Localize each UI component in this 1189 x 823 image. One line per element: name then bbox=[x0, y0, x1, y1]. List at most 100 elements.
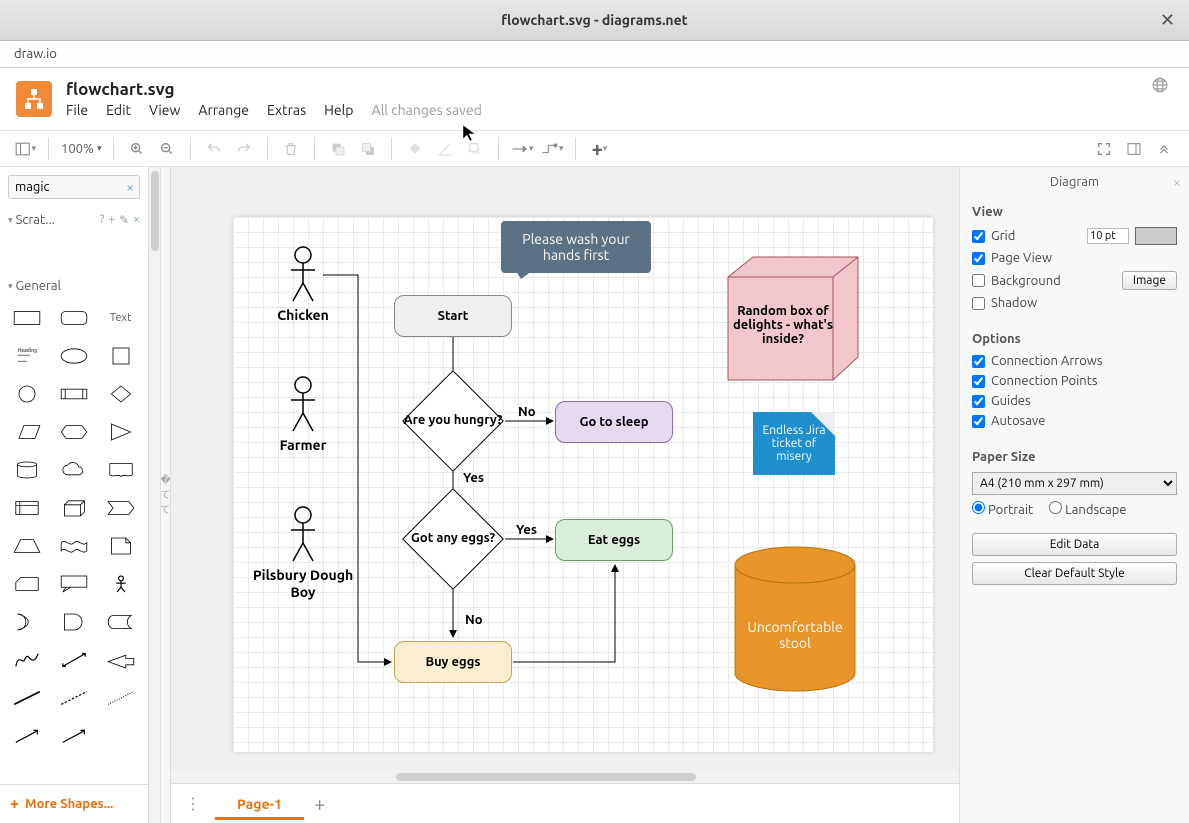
shape-cylinder[interactable] bbox=[8, 455, 47, 485]
shape-square[interactable] bbox=[101, 341, 140, 371]
shape-line-solid[interactable] bbox=[8, 683, 47, 713]
background-checkbox[interactable] bbox=[972, 274, 985, 287]
landscape-radio[interactable] bbox=[1049, 501, 1062, 514]
shape-line-dotted[interactable] bbox=[101, 683, 140, 713]
waypoint-icon[interactable]: ▾ bbox=[541, 138, 563, 160]
line-color-icon[interactable] bbox=[434, 138, 456, 160]
collapse-icon[interactable] bbox=[1153, 138, 1175, 160]
help-icon[interactable]: ? bbox=[100, 213, 105, 227]
shape-parallelogram[interactable] bbox=[8, 417, 47, 447]
close-format-panel-icon[interactable]: × bbox=[1173, 174, 1181, 190]
menu-arrange[interactable]: Arrange bbox=[198, 102, 249, 118]
paper-size-select[interactable]: A4 (210 mm x 297 mm) bbox=[972, 472, 1177, 495]
shape-dir-arrow2[interactable] bbox=[55, 721, 94, 751]
shape-arrow[interactable] bbox=[101, 645, 140, 675]
general-section[interactable]: General bbox=[0, 273, 148, 299]
delete-icon[interactable] bbox=[280, 138, 302, 160]
sidebar-resize-handle[interactable]: �てて bbox=[161, 167, 171, 823]
node-random-box[interactable]: Random box of delights - what's inside? bbox=[723, 252, 863, 391]
fill-color-icon[interactable] bbox=[404, 138, 426, 160]
clear-style-button[interactable]: Clear Default Style bbox=[972, 562, 1177, 585]
canvas-scrollbar[interactable] bbox=[171, 771, 959, 783]
add-icon[interactable]: +▾ bbox=[588, 138, 610, 160]
menu-file[interactable]: File bbox=[66, 102, 88, 118]
landscape-radio-label[interactable]: Landscape bbox=[1049, 501, 1126, 517]
more-shapes-button[interactable]: +More Shapes... bbox=[0, 784, 148, 823]
shape-note[interactable] bbox=[101, 531, 140, 561]
grid-checkbox[interactable] bbox=[972, 230, 985, 243]
shape-step[interactable] bbox=[101, 493, 140, 523]
shape-cloud[interactable] bbox=[55, 455, 94, 485]
left-scrollbar[interactable] bbox=[149, 167, 161, 823]
shape-data-storage[interactable] bbox=[101, 607, 140, 637]
zoom-out-icon[interactable] bbox=[156, 138, 178, 160]
shape-rect[interactable] bbox=[8, 303, 47, 333]
globe-icon[interactable] bbox=[1151, 76, 1169, 98]
shape-callout[interactable] bbox=[55, 569, 94, 599]
shape-document[interactable] bbox=[101, 455, 140, 485]
to-front-icon[interactable] bbox=[327, 138, 349, 160]
close-window-icon[interactable]: ✕ bbox=[1160, 10, 1175, 31]
shadow-icon[interactable] bbox=[464, 138, 486, 160]
node-buy[interactable]: Buy eggs bbox=[394, 641, 512, 683]
zoom-in-icon[interactable] bbox=[126, 138, 148, 160]
page-tab-1[interactable]: Page-1 bbox=[215, 788, 304, 820]
shape-diamond[interactable] bbox=[101, 379, 140, 409]
add-page-icon[interactable]: + bbox=[314, 792, 325, 815]
connection-icon[interactable]: ▾ bbox=[511, 138, 533, 160]
shape-tape[interactable] bbox=[55, 531, 94, 561]
fullscreen-icon[interactable] bbox=[1093, 138, 1115, 160]
menu-edit[interactable]: Edit bbox=[106, 102, 131, 118]
undo-icon[interactable] bbox=[203, 138, 225, 160]
actor-chicken[interactable] bbox=[283, 245, 323, 305]
app-logo[interactable] bbox=[16, 81, 52, 117]
image-button[interactable]: Image bbox=[1122, 271, 1177, 290]
node-start[interactable]: Start bbox=[394, 295, 512, 337]
format-panel-icon[interactable] bbox=[1123, 138, 1145, 160]
zoom-level[interactable]: 100%▾ bbox=[61, 142, 101, 156]
grid-color-swatch[interactable] bbox=[1135, 227, 1177, 245]
shape-ellipse[interactable] bbox=[55, 341, 94, 371]
shape-or[interactable] bbox=[8, 607, 47, 637]
add-scratch-icon[interactable]: + bbox=[108, 213, 115, 227]
shape-bidir-arrow[interactable] bbox=[55, 645, 94, 675]
shape-hexagon[interactable] bbox=[55, 417, 94, 447]
menu-extras[interactable]: Extras bbox=[267, 102, 306, 118]
canvas-page[interactable]: Chicken Farmer Pilsbury Dough Boy bbox=[233, 217, 933, 752]
scratchpad-section[interactable]: Scrat... ? + ✎ × bbox=[0, 207, 148, 233]
guides-checkbox[interactable] bbox=[972, 395, 985, 408]
actor-farmer[interactable] bbox=[283, 375, 323, 435]
shape-trapezoid[interactable] bbox=[8, 531, 47, 561]
autosave-checkbox[interactable] bbox=[972, 415, 985, 428]
shape-process[interactable] bbox=[55, 379, 94, 409]
shape-actor[interactable] bbox=[101, 569, 140, 599]
shape-line-dashed[interactable] bbox=[55, 683, 94, 713]
redo-icon[interactable] bbox=[233, 138, 255, 160]
page-menu-icon[interactable]: ⋮ bbox=[181, 792, 205, 816]
clear-search-icon[interactable]: × bbox=[126, 179, 134, 195]
portrait-radio-label[interactable]: Portrait bbox=[972, 501, 1033, 517]
shape-triangle[interactable] bbox=[101, 417, 140, 447]
shape-heading[interactable]: Heading━━━━━━━ bbox=[8, 341, 47, 371]
shadow-checkbox[interactable] bbox=[972, 297, 985, 310]
callout-wash-hands[interactable]: Please wash your hands first bbox=[501, 221, 651, 273]
shape-cube[interactable] bbox=[55, 493, 94, 523]
shape-curve[interactable] bbox=[8, 645, 47, 675]
shape-internal-storage[interactable] bbox=[8, 493, 47, 523]
edit-scratch-icon[interactable]: ✎ bbox=[119, 213, 129, 227]
shape-rounded-rect[interactable] bbox=[55, 303, 94, 333]
actor-doughboy[interactable] bbox=[283, 505, 323, 565]
node-jira[interactable]: Endless Jira ticket of misery bbox=[753, 412, 835, 475]
shape-and[interactable] bbox=[55, 607, 94, 637]
node-hungry[interactable]: Are you hungry? bbox=[403, 381, 503, 461]
app-tab[interactable]: draw.io bbox=[14, 47, 57, 61]
menu-help[interactable]: Help bbox=[324, 102, 353, 118]
connection-arrows-checkbox[interactable] bbox=[972, 355, 985, 368]
shape-circle[interactable] bbox=[8, 379, 47, 409]
menu-view[interactable]: View bbox=[149, 102, 180, 118]
connection-points-checkbox[interactable] bbox=[972, 375, 985, 388]
pageview-checkbox[interactable] bbox=[972, 252, 985, 265]
node-eat[interactable]: Eat eggs bbox=[555, 519, 673, 561]
close-scratch-icon[interactable]: × bbox=[133, 213, 140, 227]
shape-card[interactable] bbox=[8, 569, 47, 599]
